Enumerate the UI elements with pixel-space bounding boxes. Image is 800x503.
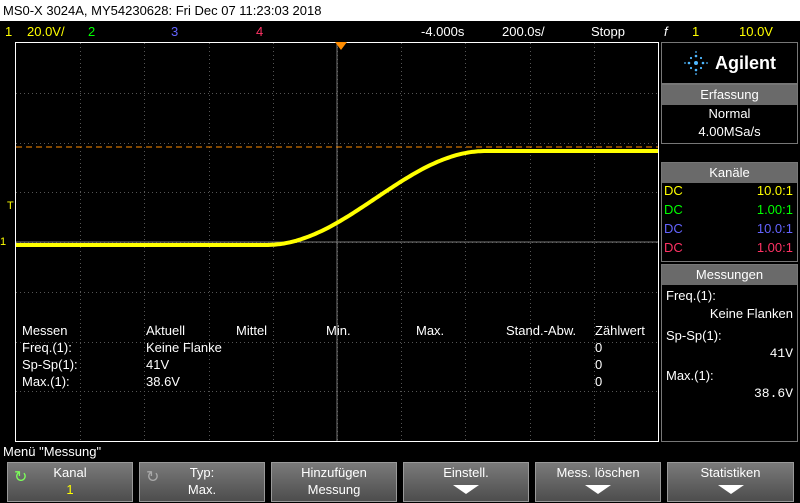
col-header: Zählwert — [595, 323, 645, 338]
agilent-spark-icon — [684, 51, 708, 75]
window-title: MS0-X 3024A, MY54230628: Fri Dec 07 11:2… — [3, 3, 322, 18]
cell: 38.6V — [146, 374, 180, 389]
softkey-label: Mess. löschen — [556, 465, 640, 480]
measurement-value: 38.6V — [753, 386, 793, 401]
col-header: Aktuell — [146, 323, 186, 338]
run-state: Stopp — [591, 24, 625, 39]
panel-heading: Erfassung — [662, 85, 797, 105]
cell: Freq.(1): — [22, 340, 72, 355]
ch2-number[interactable]: 2 — [88, 21, 95, 42]
coupling: DC — [664, 183, 683, 198]
side-panel: Agilent Erfassung Normal 4.00MSa/s Kanäl… — [661, 42, 800, 442]
measurement-item: Freq.(1): Keine Flanken — [662, 285, 797, 325]
measurement-table: Messen Aktuell Mittel Min. Max. Stand.-A… — [22, 322, 656, 390]
col-header: Stand.-Abw. — [506, 323, 577, 338]
channel-row-2: DC 1.00:1 — [662, 202, 797, 221]
rotate-knob-icon: ↻ — [146, 469, 160, 486]
softkey-statistics[interactable]: Statistiken — [667, 462, 794, 502]
sample-rate: 4.00MSa/s — [698, 124, 761, 139]
softkey-settings[interactable]: Einstell. — [403, 462, 529, 502]
coupling: DC — [664, 240, 683, 255]
measurements-panel[interactable]: Messungen Freq.(1): Keine Flanken Sp-Sp(… — [661, 264, 798, 442]
softkey-label: Statistiken — [700, 465, 761, 480]
rotate-knob-icon: ↻ — [14, 469, 28, 486]
ch1-number[interactable]: 1 — [5, 21, 12, 42]
table-row: Freq.(1): Keine Flanke 0 — [22, 339, 656, 356]
softkey-value: Messung — [307, 482, 361, 497]
col-header: Max. — [416, 323, 445, 338]
col-header: Messen — [22, 323, 68, 338]
measurement-label: Sp-Sp(1): — [666, 328, 722, 343]
time-offset[interactable]: -4.000s — [421, 21, 464, 42]
brand-panel: Agilent — [661, 42, 798, 84]
menu-title: Menü "Messung" — [3, 444, 102, 459]
cell: 0 — [595, 340, 603, 355]
cell: 41V — [146, 357, 170, 372]
softkey-label: Hinzufügen — [301, 465, 367, 480]
table-row: Sp-Sp(1): 41V 0 — [22, 356, 656, 373]
time-scale[interactable]: 200.0s/ — [502, 21, 545, 42]
table-header-row: Messen Aktuell Mittel Min. Max. Stand.-A… — [22, 322, 656, 339]
softkey-channel[interactable]: ↻ Kanal 1 — [7, 462, 133, 502]
ch4-number[interactable]: 4 — [256, 21, 263, 42]
trigger-edge-icon: f — [664, 24, 668, 39]
channel-row-3: DC 10.0:1 — [662, 221, 797, 240]
measurement-item: Sp-Sp(1): 41V — [662, 325, 797, 365]
cell: Keine Flanke — [146, 340, 222, 355]
cell: Sp-Sp(1): — [22, 357, 78, 372]
cell: 0 — [595, 357, 603, 372]
ch1-scale[interactable]: 20.0V/ — [27, 21, 65, 42]
softkey-add-measurement[interactable]: Hinzufügen Messung — [271, 462, 397, 502]
probe-ratio: 10.0:1 — [756, 221, 793, 236]
probe-ratio: 1.00:1 — [756, 240, 793, 255]
trigger-level-marker: T — [7, 200, 14, 212]
panel-heading: Kanäle — [662, 163, 797, 183]
col-header: Min. — [326, 323, 351, 338]
probe-ratio: 10.0:1 — [756, 183, 793, 198]
cell: Max.(1): — [22, 374, 70, 389]
trigger-channel[interactable]: 1 — [692, 21, 699, 42]
measurement-value: 41V — [769, 346, 793, 361]
ch3-number[interactable]: 3 — [171, 21, 178, 42]
submenu-arrow-icon — [585, 485, 611, 494]
submenu-arrow-icon — [717, 485, 744, 494]
ch1-ground-marker: 1 — [0, 236, 7, 248]
probe-ratio: 1.00:1 — [756, 202, 793, 217]
softkey-clear-measurements[interactable]: Mess. löschen — [535, 462, 661, 502]
channels-panel[interactable]: Kanäle DC 10.0:1 DC 1.00:1 DC 10.0:1 DC … — [661, 162, 798, 262]
table-row: Max.(1): 38.6V 0 — [22, 373, 656, 390]
trigger-level[interactable]: 10.0V — [739, 21, 773, 42]
trigger-position-marker-icon — [335, 42, 347, 50]
acquisition-panel[interactable]: Erfassung Normal 4.00MSa/s — [661, 84, 798, 144]
acq-mode: Normal — [708, 106, 751, 121]
cell: 0 — [595, 374, 603, 389]
coupling: DC — [664, 202, 683, 217]
title-bar: MS0-X 3024A, MY54230628: Fri Dec 07 11:2… — [0, 0, 800, 21]
panel-heading: Messungen — [662, 265, 797, 285]
channel-status-bar: 1 20.0V/ 2 3 4 -4.000s 200.0s/ Stopp f 1… — [0, 21, 800, 42]
coupling: DC — [664, 221, 683, 236]
softkey-label: Einstell. — [443, 465, 489, 480]
measurement-label: Freq.(1): — [666, 288, 716, 303]
channel-row-1: DC 10.0:1 — [662, 183, 797, 202]
col-header: Mittel — [236, 323, 268, 338]
measurement-label: Max.(1): — [666, 368, 714, 383]
brand-name: Agilent — [715, 52, 776, 73]
channel-row-4: DC 1.00:1 — [662, 240, 797, 259]
measurement-item: Max.(1): 38.6V — [662, 365, 797, 405]
submenu-arrow-icon — [453, 485, 479, 494]
softkey-type[interactable]: ↻ Typ: Max. — [139, 462, 265, 502]
measurement-value: Keine Flanken — [709, 306, 793, 321]
